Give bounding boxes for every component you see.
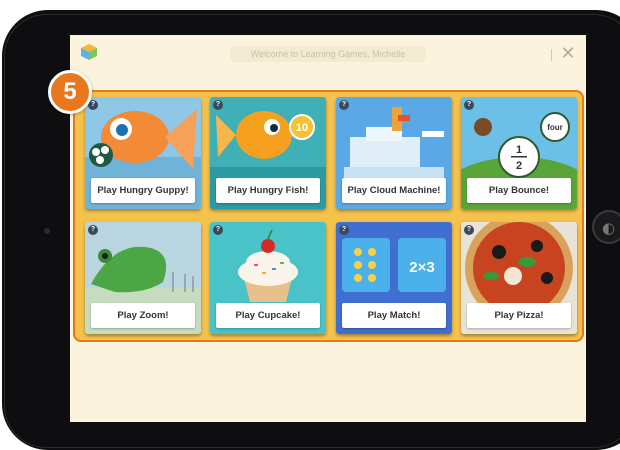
app-logo-icon xyxy=(81,44,97,60)
help-icon[interactable]: ? xyxy=(88,225,98,235)
help-icon[interactable]: ? xyxy=(213,100,223,110)
game-tile-cupcake[interactable]: ? Play Cupcake! xyxy=(210,222,326,334)
title-divider xyxy=(551,49,552,61)
play-cupcake-button[interactable]: Play Cupcake! xyxy=(216,303,320,328)
play-bounce-button[interactable]: Play Bounce! xyxy=(467,178,571,203)
help-icon[interactable]: ? xyxy=(464,225,474,235)
play-hungry-fish-button[interactable]: Play Hungry Fish! xyxy=(216,178,320,203)
game-tile-zoom[interactable]: ? Play Zoom! xyxy=(85,222,201,334)
play-hungry-guppy-button[interactable]: Play Hungry Guppy! xyxy=(91,178,195,203)
help-icon[interactable]: ? xyxy=(339,100,349,110)
close-icon[interactable]: ✕ xyxy=(557,43,579,65)
camera-icon xyxy=(44,228,50,234)
play-zoom-button[interactable]: Play Zoom! xyxy=(91,303,195,328)
bounce-word: four xyxy=(547,123,563,132)
game-tile-bounce[interactable]: 1 2 four ? Play Bounce! xyxy=(461,97,577,209)
home-button[interactable]: ◐ xyxy=(592,210,620,244)
hungry-fish-number: 10 xyxy=(296,122,308,134)
game-tile-hungry-fish[interactable]: 10 ? Play Hungry Fish! xyxy=(210,97,326,209)
game-tile-match[interactable]: 2×3 ? Play Match! xyxy=(336,222,452,334)
step-number-badge: 5 xyxy=(48,70,92,114)
help-icon[interactable]: ? xyxy=(464,100,474,110)
play-cloud-machine-button[interactable]: Play Cloud Machine! xyxy=(342,178,446,203)
play-pizza-button[interactable]: Play Pizza! xyxy=(467,303,571,328)
title-bar: Welcome to Learning Games, Michelle ✕ xyxy=(70,35,586,71)
welcome-message: Welcome to Learning Games, Michelle xyxy=(230,46,426,62)
game-tile-pizza[interactable]: ? Play Pizza! xyxy=(461,222,577,334)
play-match-button[interactable]: Play Match! xyxy=(342,303,446,328)
help-icon[interactable]: ? xyxy=(339,225,349,235)
bounce-denominator: 2 xyxy=(516,160,522,172)
games-grid-panel: ? Play Hungry Guppy! 10 ? Play Hungry Fi… xyxy=(73,90,584,342)
match-expression: 2×3 xyxy=(409,259,434,276)
home-icon: ◐ xyxy=(602,219,616,237)
game-tile-hungry-guppy[interactable]: ? Play Hungry Guppy! xyxy=(85,97,201,209)
help-icon[interactable]: ? xyxy=(213,225,223,235)
game-tile-cloud-machine[interactable]: ? Play Cloud Machine! xyxy=(336,97,452,209)
bounce-numerator: 1 xyxy=(516,144,522,156)
